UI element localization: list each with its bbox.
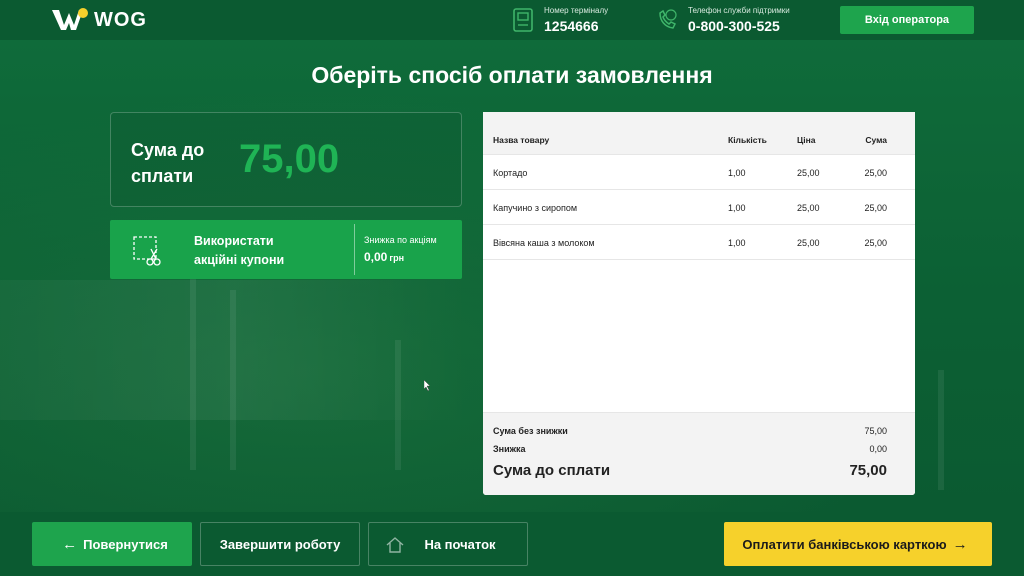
mouse-cursor-icon	[424, 380, 431, 391]
brand-name: WOG	[94, 8, 147, 31]
arrow-left-icon: ←	[62, 535, 78, 553]
item-quantity: 1,00	[728, 168, 746, 178]
pay-by-card-button[interactable]: Оплатити банківською карткою →	[724, 522, 992, 566]
top-bar: WOG Номер терміналу 1254666 Телефон служ…	[0, 0, 1024, 40]
amount-due-label: Сума до сплати	[131, 140, 205, 186]
operator-login-button[interactable]: Вхід оператора	[840, 6, 974, 34]
promo-discount-value: 0,00 грн	[364, 250, 404, 264]
page-title: Оберіть спосіб оплати замовлення	[311, 62, 713, 88]
terminal-number: 1254666	[544, 18, 599, 34]
item-quantity: 1,00	[728, 203, 746, 213]
pay-by-card-button-label: Оплатити банківською карткою	[742, 536, 947, 552]
item-price: 25,00	[797, 168, 820, 178]
support-phone-number: 0-800-300-525	[688, 18, 780, 34]
background-decor	[938, 370, 944, 490]
item-sum: 25,00	[864, 203, 887, 213]
support-info: Телефон служби підтримки 0-800-300-525	[656, 6, 790, 34]
item-name: Кортадо	[493, 168, 528, 178]
receipt-header-row: Назва товару Кількість Ціна Сума	[483, 112, 915, 155]
amount-due-card: Сума до сплати 75,00	[110, 112, 462, 207]
promo-discount-amount: 0,00	[364, 250, 388, 264]
column-header-price: Ціна	[797, 135, 816, 145]
background-decor	[190, 270, 196, 470]
table-row: Вівсяна каша з молоком 1,00 25,00 25,00	[483, 225, 915, 260]
home-icon	[386, 537, 404, 553]
background-decor	[230, 290, 236, 470]
use-coupons-button[interactable]: Використати акційні купони Знижка по акц…	[110, 220, 462, 279]
item-sum: 25,00	[864, 168, 887, 178]
table-row: Капучино з сиропом 1,00 25,00 25,00	[483, 190, 915, 225]
arrow-right-icon: →	[952, 535, 968, 553]
promo-discount-currency: грн	[389, 253, 405, 263]
column-header-name: Назва товару	[493, 135, 550, 145]
wog-logo-icon	[52, 8, 88, 30]
total-value: 75,00	[849, 462, 887, 479]
use-coupons-label: Використати акційні купони	[194, 232, 284, 270]
total-label: Сума до сплати	[493, 462, 611, 479]
terminal-icon	[513, 8, 533, 32]
divider	[354, 224, 355, 275]
item-quantity: 1,00	[728, 238, 746, 248]
support-phone-label: Телефон служби підтримки	[688, 6, 790, 15]
item-price: 25,00	[797, 238, 820, 248]
terminal-info: Номер терміналу 1254666	[512, 6, 608, 34]
item-name: Вівсяна каша з молоком	[493, 238, 595, 248]
bottom-bar: ← Повернутися Завершити роботу На почато…	[0, 512, 1024, 576]
column-header-quantity: Кількість	[728, 135, 767, 145]
finish-work-button[interactable]: Завершити роботу	[200, 522, 360, 566]
discount-value: 0,00	[869, 444, 887, 454]
promo-discount-label: Знижка по акціям	[364, 235, 437, 245]
item-name: Капучино з сиропом	[493, 203, 578, 213]
home-button[interactable]: На початок	[368, 522, 528, 566]
phone-icon	[659, 9, 677, 29]
home-button-label: На початок	[424, 536, 496, 552]
coupon-scissors-icon	[133, 236, 161, 266]
amount-due-value: 75,00	[239, 137, 340, 181]
background-decor	[395, 340, 401, 470]
terminal-label: Номер терміналу	[544, 6, 609, 15]
back-button[interactable]: ← Повернутися	[32, 522, 192, 566]
receipt-totals: Сума без знижки 75,00 Знижка 0,00 Сума д…	[483, 412, 915, 495]
table-row: Кортадо 1,00 25,00 25,00	[483, 155, 915, 190]
item-price: 25,00	[797, 203, 820, 213]
subtotal-label: Сума без знижки	[493, 426, 568, 436]
back-button-label: Повернутися	[83, 536, 168, 552]
subtotal-value: 75,00	[864, 426, 887, 436]
column-header-sum: Сума	[865, 135, 887, 145]
use-coupons-label-line2: акційні купони	[194, 253, 285, 267]
finish-work-button-label: Завершити роботу	[219, 536, 341, 552]
discount-label: Знижка	[493, 444, 526, 454]
brand-logo: WOG	[50, 7, 147, 33]
item-sum: 25,00	[864, 238, 887, 248]
order-receipt: Назва товару Кількість Ціна Сума Кортадо…	[483, 112, 915, 495]
use-coupons-label-line1: Використати	[194, 234, 274, 248]
